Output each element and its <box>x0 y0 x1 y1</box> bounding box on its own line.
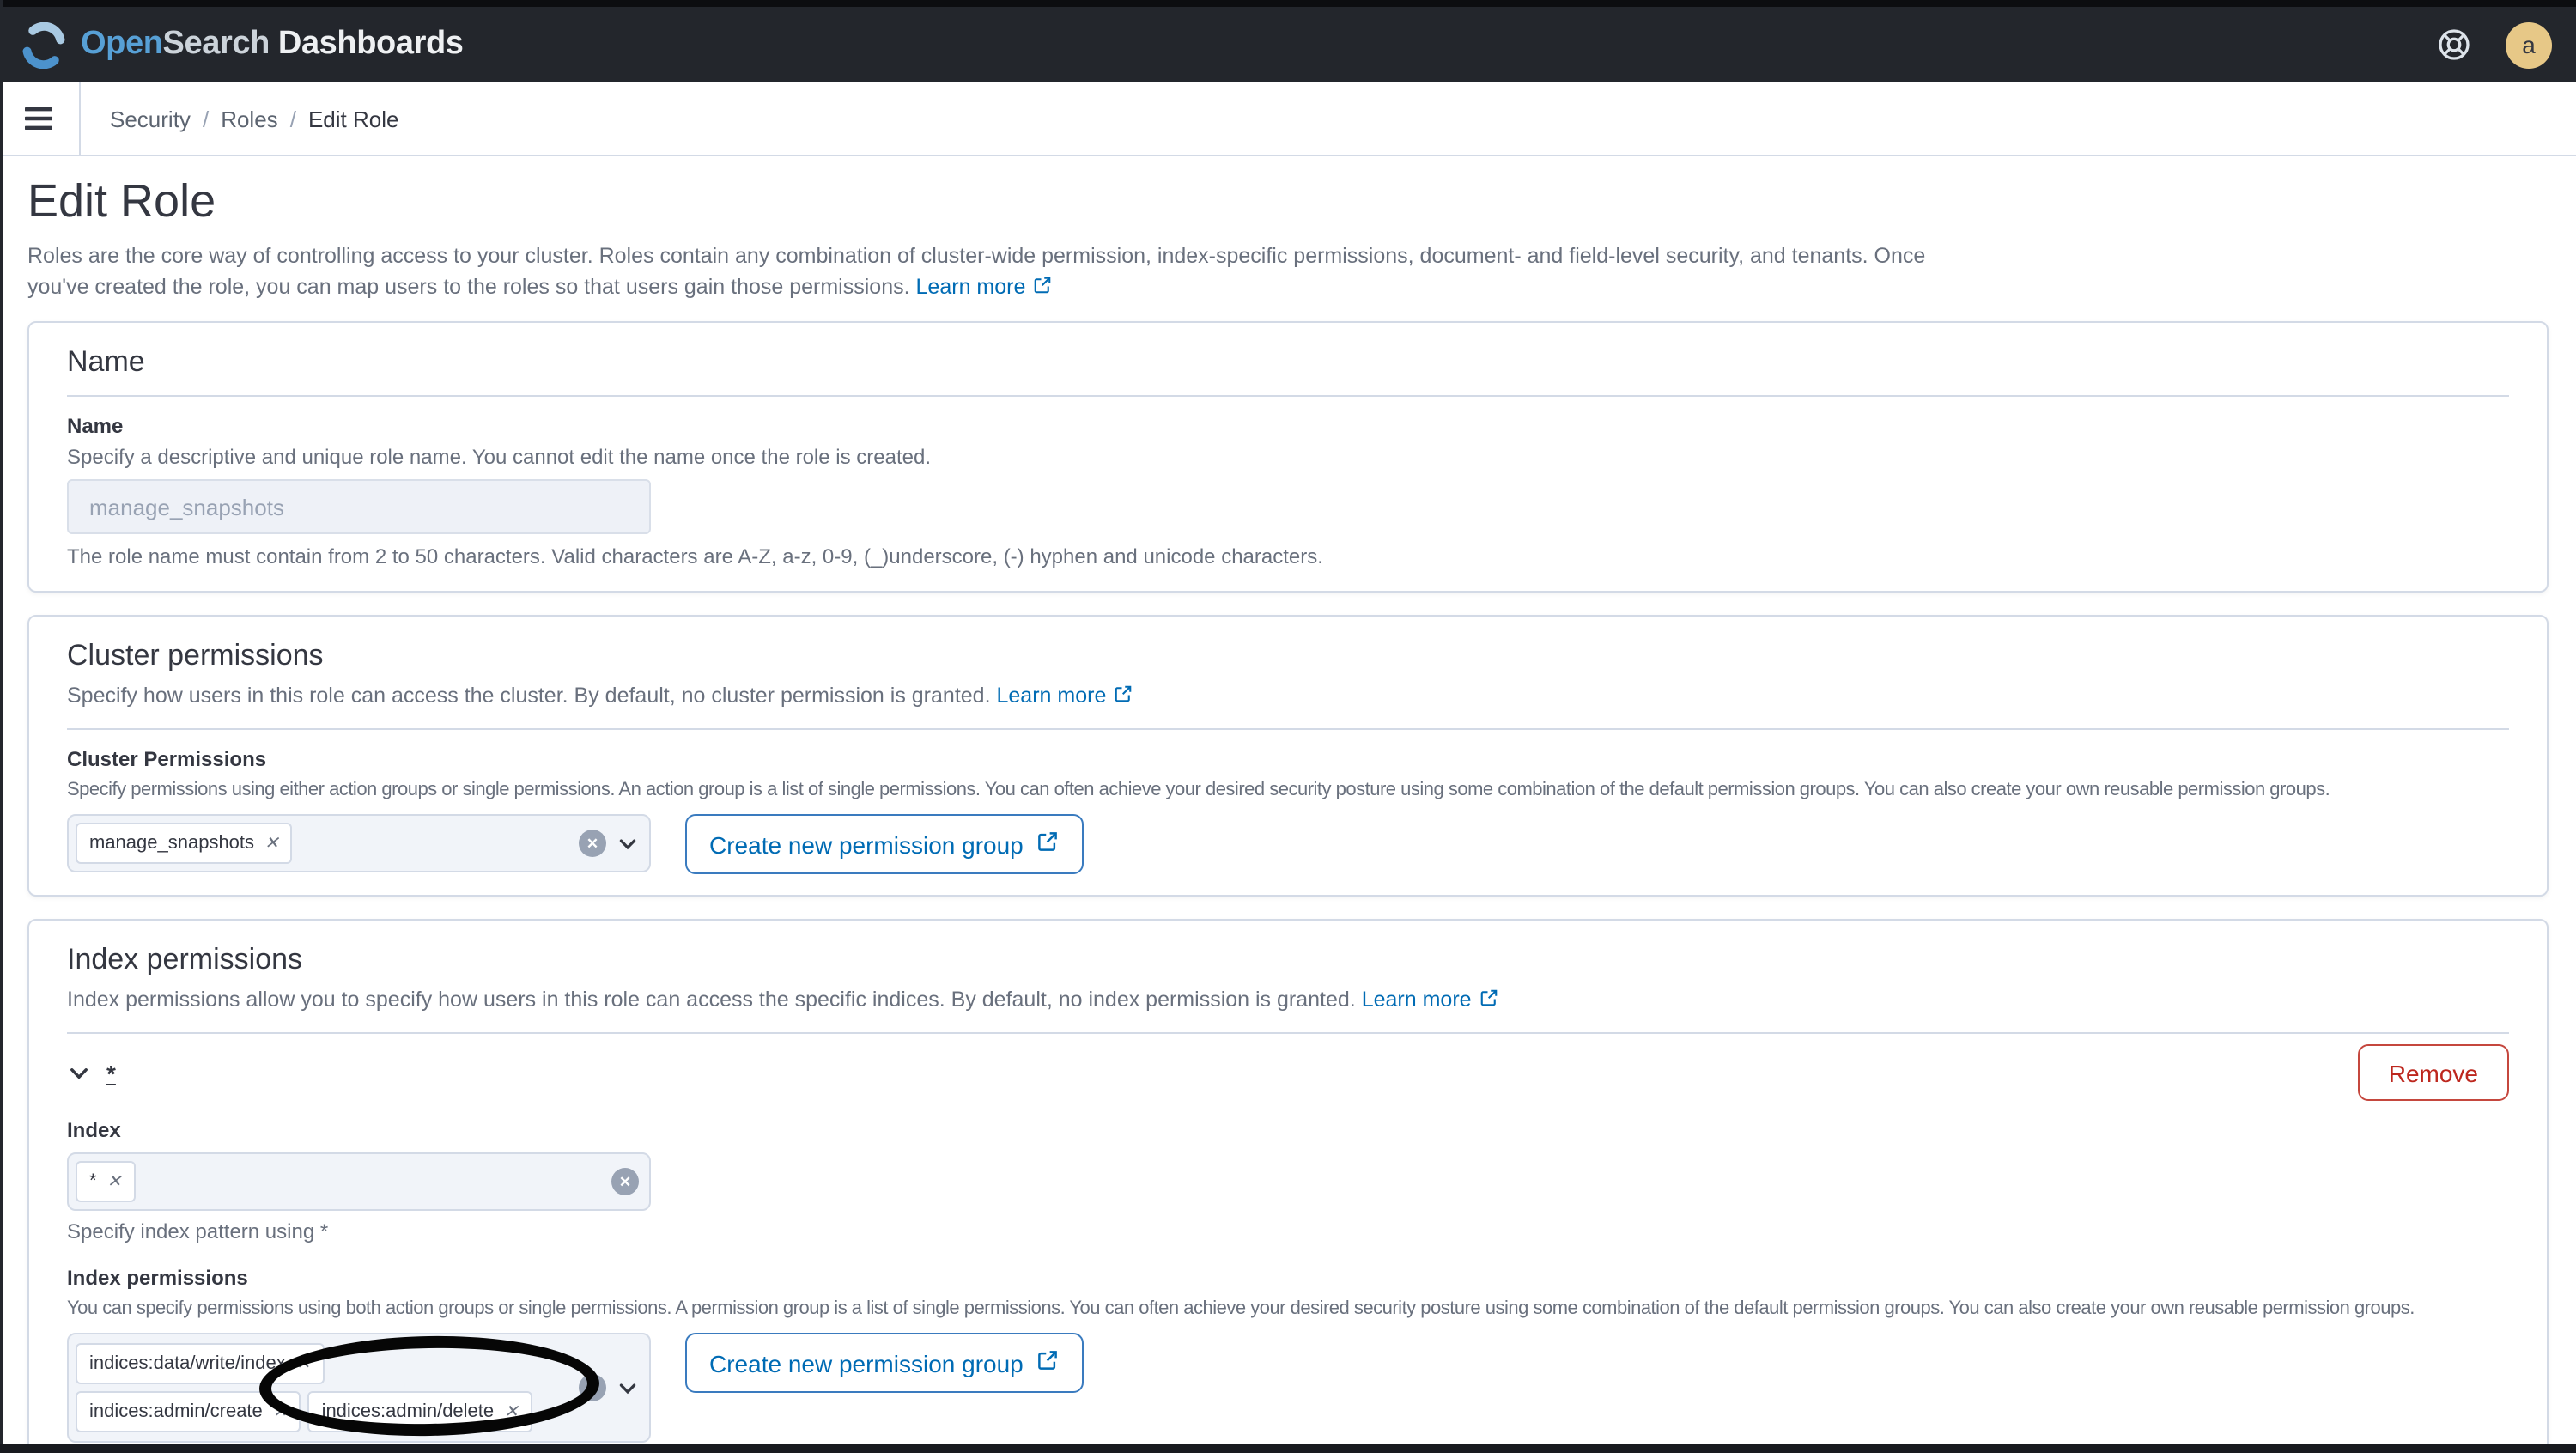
app-title: OpenSearch Dashboards <box>81 26 464 64</box>
permission-tag: manage_snapshots <box>76 823 293 864</box>
index-pattern-hint: Specify index pattern using * <box>67 1219 329 1243</box>
index-permissions-panel: Index permissions Index permissions allo… <box>27 919 2549 1453</box>
permission-tag-label: indices:data/write/index <box>89 1353 286 1374</box>
name-panel: Name Name Specify a descriptive and uniq… <box>27 321 2549 593</box>
external-link-icon <box>1032 273 1053 304</box>
cluster-permissions-combobox[interactable]: manage_snapshots <box>67 814 651 872</box>
create-permission-group-label: Create new permission group <box>709 1349 1024 1377</box>
cluster-subtitle-text: Specify how users in this role can acces… <box>67 684 991 708</box>
name-panel-title: Name <box>67 345 145 378</box>
index-permissions-combobox[interactable]: indices:data/write/index indices:admin/c… <box>67 1333 651 1443</box>
clear-all-icon[interactable] <box>579 1374 606 1401</box>
breadcrumb-security[interactable]: Security <box>110 106 191 131</box>
permission-tag-label: manage_snapshots <box>89 833 255 854</box>
page-description: Roles are the core way of controlling ac… <box>27 240 1968 305</box>
cluster-panel-title: Cluster permissions <box>67 639 324 672</box>
index-panel-title: Index permissions <box>67 943 303 976</box>
accordion-title[interactable]: * <box>106 1059 116 1086</box>
index-permissions-help: You can specify permissions using both a… <box>67 1298 2415 1319</box>
permission-tag: indices:data/write/index <box>76 1343 325 1384</box>
name-field-hint: The role name must contain from 2 to 50 … <box>67 544 1323 568</box>
divider <box>79 82 81 155</box>
permission-tag-label: indices:admin/delete <box>321 1401 495 1422</box>
name-field-label: Name <box>67 414 124 438</box>
learn-more-link[interactable]: Learn more <box>997 684 1134 708</box>
role-name-input[interactable] <box>67 479 651 534</box>
remove-tag-icon[interactable] <box>107 1172 122 1191</box>
cluster-permissions-help: Specify permissions using either action … <box>67 780 2330 800</box>
index-pattern-combobox[interactable]: * <box>67 1152 651 1211</box>
learn-more-label: Learn more <box>996 684 1107 708</box>
learn-more-link[interactable]: Learn more <box>916 275 1054 299</box>
permission-tag: indices:admin/create <box>76 1391 301 1432</box>
index-pattern-accordion: * Remove <box>67 1044 2509 1101</box>
index-pattern-tag-label: * <box>89 1171 97 1192</box>
create-permission-group-label: Create new permission group <box>709 830 1024 858</box>
cluster-panel-subtitle: Specify how users in this role can acces… <box>67 680 2509 713</box>
permission-tag-label: indices:admin/create <box>89 1401 263 1422</box>
name-field-help: Specify a descriptive and unique role na… <box>67 445 931 469</box>
breadcrumb-current: Edit Role <box>307 106 399 131</box>
cluster-permissions-label: Cluster Permissions <box>67 747 267 771</box>
external-link-icon <box>1036 1348 1060 1377</box>
create-permission-group-button[interactable]: Create new permission group <box>685 1333 1084 1393</box>
divider <box>67 728 2509 730</box>
remove-tag-icon[interactable] <box>264 834 279 853</box>
cluster-permissions-panel: Cluster permissions Specify how users in… <box>27 615 2549 897</box>
brand-dashboards: Dashboards <box>277 26 464 62</box>
brand-open: Open <box>81 26 163 62</box>
divider <box>67 395 2509 397</box>
remove-tag-icon[interactable] <box>273 1402 288 1421</box>
index-subtitle-text: Index permissions allow you to specify h… <box>67 988 1356 1012</box>
external-link-icon <box>1036 830 1060 859</box>
chevron-down-icon[interactable] <box>617 1377 639 1399</box>
breadcrumb-roles[interactable]: Roles <box>221 106 278 131</box>
breadcrumb: Security / Roles / Edit Role <box>110 106 398 131</box>
breadcrumb-bar: Security / Roles / Edit Role <box>0 82 2576 156</box>
external-link-icon <box>1479 986 1499 1017</box>
learn-more-label: Learn more <box>915 274 1026 299</box>
menu-hamburger-icon[interactable] <box>24 106 53 131</box>
index-pattern-tag: * <box>76 1161 136 1202</box>
remove-tag-icon[interactable] <box>296 1354 311 1373</box>
page-title: Edit Role <box>27 175 216 227</box>
main-content: Edit Role Roles are the core way of cont… <box>0 156 2576 1453</box>
index-panel-subtitle: Index permissions allow you to specify h… <box>67 984 2509 1017</box>
permission-tag-circled: indices:admin/delete <box>307 1391 532 1432</box>
chevron-down-icon[interactable] <box>617 832 639 854</box>
index-permissions-label: Index permissions <box>67 1266 248 1290</box>
remove-button[interactable]: Remove <box>2357 1044 2509 1101</box>
divider <box>67 1032 2509 1034</box>
help-icon[interactable] <box>2437 27 2471 62</box>
breadcrumb-separator: / <box>202 106 210 131</box>
create-permission-group-button[interactable]: Create new permission group <box>685 814 1084 874</box>
clear-all-icon[interactable] <box>579 830 606 857</box>
opensearch-logo-icon <box>21 21 67 68</box>
accordion-toggle[interactable]: * <box>67 1059 116 1086</box>
brand-search: Search <box>162 26 270 62</box>
window-bottom-bar <box>0 1444 2576 1453</box>
learn-more-label: Learn more <box>1361 988 1472 1012</box>
app-header: OpenSearch Dashboards a <box>0 0 2576 82</box>
learn-more-link[interactable]: Learn more <box>1362 988 1499 1012</box>
index-field-label: Index <box>67 1118 121 1142</box>
external-link-icon <box>1113 682 1133 713</box>
breadcrumb-separator: / <box>289 106 296 131</box>
window-left-edge <box>0 0 3 1453</box>
remove-tag-icon[interactable] <box>504 1402 519 1421</box>
chevron-down-icon <box>67 1061 91 1085</box>
clear-all-icon[interactable] <box>611 1168 639 1195</box>
user-avatar[interactable]: a <box>2506 21 2552 68</box>
